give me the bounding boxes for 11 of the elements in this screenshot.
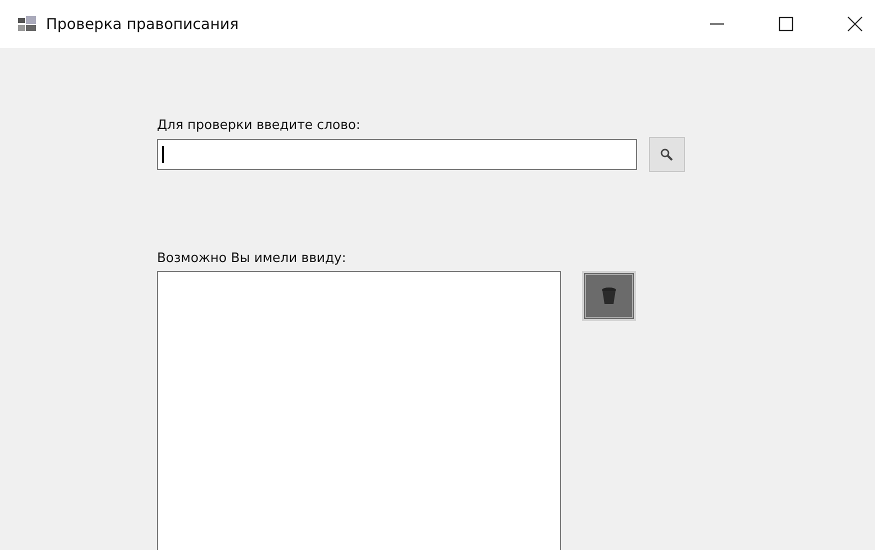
close-icon[interactable] <box>847 16 863 32</box>
search-icon <box>660 148 674 162</box>
app-icon <box>18 16 36 32</box>
word-input-field[interactable] <box>157 139 637 170</box>
maximize-icon[interactable] <box>778 16 794 32</box>
search-button[interactable] <box>649 137 685 172</box>
list-label: Возможно Вы имели ввиду: <box>157 251 348 266</box>
window-title: Проверка правописания <box>46 15 239 33</box>
field-label: Для проверки введите слово: <box>157 118 362 133</box>
clear-button[interactable] <box>582 271 636 321</box>
trash-icon <box>601 287 617 305</box>
